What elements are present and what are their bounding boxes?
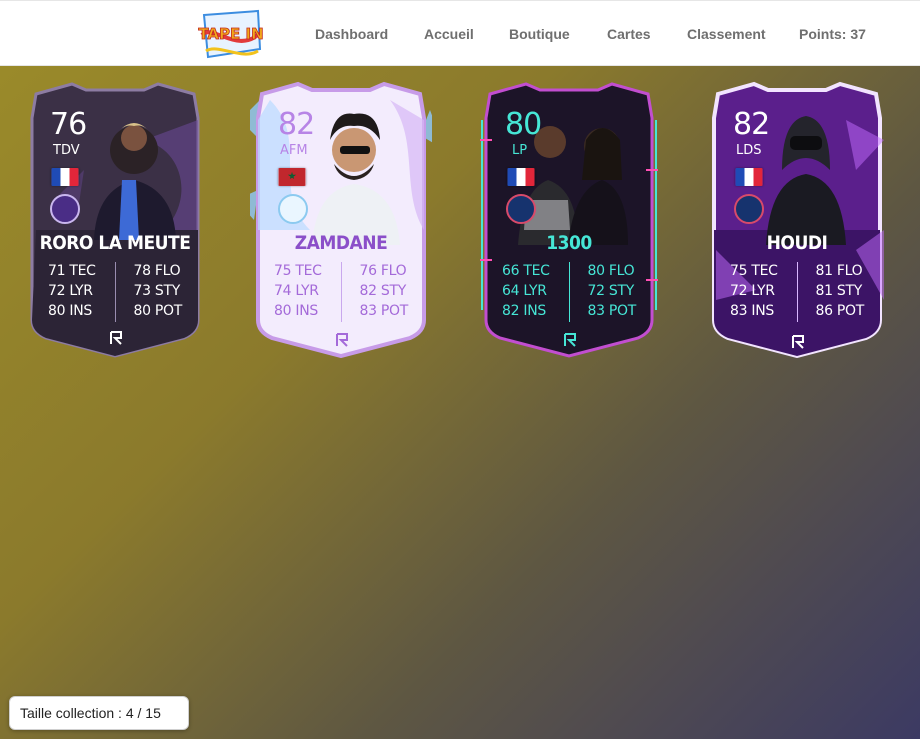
stat-lyr: 74 LYR xyxy=(274,283,319,299)
stat-lyr: 72 LYR xyxy=(48,283,93,299)
stat-tec: 75 TEC xyxy=(730,263,778,279)
stat-sty: 72 STY xyxy=(587,283,635,299)
stat-sty: 82 STY xyxy=(359,283,407,299)
card-club: LP xyxy=(512,143,528,158)
stats-divider xyxy=(341,262,342,322)
france-flag-icon xyxy=(51,168,79,186)
brand-mark-icon xyxy=(792,335,804,349)
psg-badge-icon xyxy=(506,194,536,224)
stat-ins: 80 INS xyxy=(48,303,92,319)
stat-flo: 78 FLO xyxy=(133,263,181,279)
player-card-roro-la-meute[interactable]: 76 TDV RORO LA MEUTE 71 TEC 72 LYR 80 IN… xyxy=(24,80,206,358)
collection-size-badge: Taille collection : 4 / 15 xyxy=(9,696,189,730)
stat-pot: 83 POT xyxy=(587,303,637,319)
stats-divider xyxy=(797,262,798,322)
stat-pot: 80 POT xyxy=(133,303,183,319)
stat-ins: 83 INS xyxy=(730,303,774,319)
card-player-name: 1300 xyxy=(546,232,592,254)
stat-ins: 82 INS xyxy=(502,303,546,319)
card-rating: 76 xyxy=(50,107,87,142)
nav-dashboard-link[interactable]: Dashboard xyxy=(315,26,388,42)
top-navbar: TAPE IN Dashboard Accueil Boutique Carte… xyxy=(0,0,920,66)
stat-tec: 75 TEC xyxy=(274,263,322,279)
player-card-1300[interactable]: 80 LP 1300 66 TEC 64 LYR 82 INS 80 FLO 7… xyxy=(478,80,660,358)
card-rating: 82 xyxy=(278,107,315,142)
stats-divider xyxy=(115,262,116,322)
nav-accueil-link[interactable]: Accueil xyxy=(424,26,474,42)
brand-mark-icon xyxy=(336,333,348,347)
stat-ins: 80 INS xyxy=(274,303,318,319)
stat-flo: 76 FLO xyxy=(359,263,407,279)
stat-sty: 81 STY xyxy=(815,283,863,299)
nav-cartes-link[interactable]: Cartes xyxy=(607,26,651,42)
stat-lyr: 72 LYR xyxy=(730,283,775,299)
stat-flo: 80 FLO xyxy=(587,263,635,279)
player-card-houdi[interactable]: 82 LDS HOUDI 75 TEC 72 LYR 83 INS 81 FLO… xyxy=(706,80,888,358)
stat-tec: 66 TEC xyxy=(502,263,550,279)
card-rating: 82 xyxy=(733,107,770,142)
logo-text: TAPE IN xyxy=(198,25,263,43)
card-club: TDV xyxy=(53,143,80,158)
stat-pot: 86 POT xyxy=(815,303,865,319)
card-collection-area: 76 TDV RORO LA MEUTE 71 TEC 72 LYR 80 IN… xyxy=(0,66,920,739)
card-rating: 80 xyxy=(505,107,542,142)
stat-tec: 71 TEC xyxy=(48,263,96,279)
tape-in-logo[interactable]: TAPE IN xyxy=(198,5,264,63)
stat-sty: 73 STY xyxy=(133,283,181,299)
psg-badge-icon xyxy=(734,194,764,224)
club-badge-icon xyxy=(278,194,308,224)
points-counter[interactable]: Points: 37 xyxy=(799,26,866,42)
stat-lyr: 64 LYR xyxy=(502,283,547,299)
stat-flo: 81 FLO xyxy=(815,263,863,279)
nav-classement-link[interactable]: Classement xyxy=(687,26,766,42)
card-player-name: RORO LA MEUTE xyxy=(39,232,191,254)
stats-divider xyxy=(569,262,570,322)
club-badge-icon xyxy=(50,194,80,224)
card-club: LDS xyxy=(736,143,762,158)
stat-pot: 83 POT xyxy=(359,303,409,319)
card-player-name: HOUDI xyxy=(766,232,828,254)
card-player-name: ZAMDANE xyxy=(294,232,388,254)
player-card-zamdane[interactable]: 82 AFM ZAMDANE 75 TEC 74 LYR 80 INS 76 F… xyxy=(250,80,432,358)
morocco-flag-icon xyxy=(278,168,306,186)
france-flag-icon xyxy=(735,168,763,186)
card-club: AFM xyxy=(280,143,308,158)
nav-boutique-link[interactable]: Boutique xyxy=(509,26,570,42)
brand-mark-icon xyxy=(110,331,122,345)
brand-mark-icon xyxy=(564,333,576,347)
france-flag-icon xyxy=(507,168,535,186)
